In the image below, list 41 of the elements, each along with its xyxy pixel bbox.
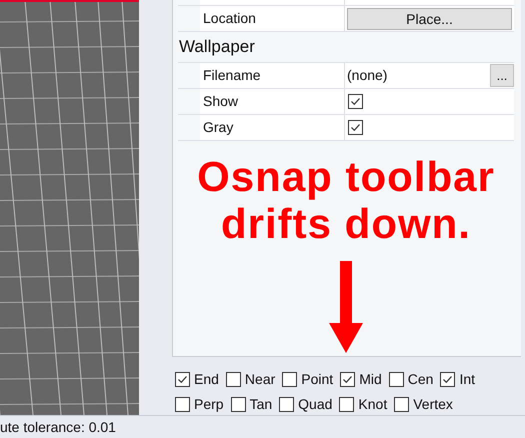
property-label: Gray [203,118,234,137]
osnap-label: Near [244,370,276,389]
annotation-text: Osnap toolbar [197,153,495,200]
osnap-label: Quad [298,395,332,414]
check-mark-icon [350,96,361,107]
property-label: Filename [203,66,261,85]
property-checkbox[interactable] [348,94,363,109]
check-mark-icon [342,374,354,385]
osnap-label: Point [301,370,334,389]
check-mark-icon [177,374,188,385]
osnap-label: Cen [408,370,434,389]
annotation-text: drifts down. [221,200,471,247]
property-value: (none) [346,66,388,85]
check-mark-icon [350,122,361,133]
osnap-checkbox[interactable] [175,372,190,387]
osnap-checkbox[interactable] [282,372,298,387]
osnap-checkbox[interactable] [394,397,410,412]
osnap-checkbox[interactable] [226,372,241,387]
browse-button[interactable]: ... [490,64,514,87]
osnap-checkbox[interactable] [388,372,404,387]
section-heading: Wallpaper [179,36,255,58]
check-mark-icon [442,374,454,385]
osnap-checkbox[interactable] [339,397,354,412]
osnap-checkbox[interactable] [175,397,190,412]
osnap-label: Perp [194,395,224,414]
down-arrow-icon [329,261,363,353]
property-checkbox[interactable] [348,120,363,135]
property-label: Location [203,9,256,28]
osnap-label: Knot [358,395,388,414]
osnap-label: Tan [250,395,272,414]
osnap-label: Vertex [413,395,453,414]
status-text: ute tolerance: 0.01 [0,418,116,436]
osnap-label: Int [459,370,476,389]
osnap-label: Mid [359,370,382,389]
place-button[interactable]: Place... [347,8,512,30]
osnap-checkbox[interactable] [340,372,356,387]
property-label: Show [203,92,238,111]
osnap-checkbox[interactable] [279,397,294,412]
osnap-checkbox[interactable] [230,397,246,412]
osnap-checkbox[interactable] [440,372,456,387]
osnap-label: End [194,370,219,389]
